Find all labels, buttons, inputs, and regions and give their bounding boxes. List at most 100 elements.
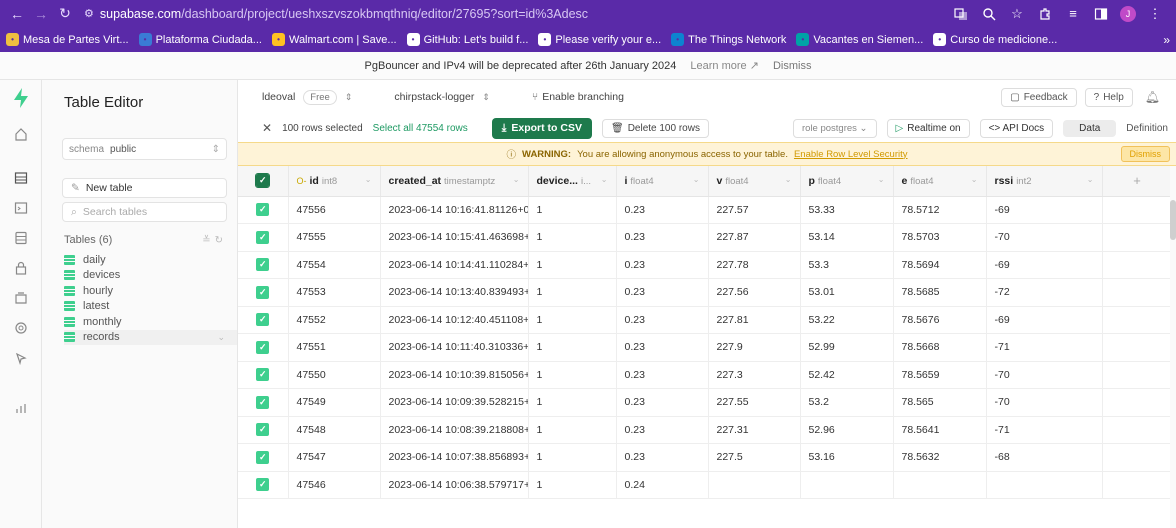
cell-e[interactable]: 78.5659 xyxy=(893,361,987,389)
cell-id[interactable]: 47553 xyxy=(288,278,381,307)
cell-p[interactable]: 53.16 xyxy=(800,443,894,472)
extensions-icon[interactable] xyxy=(1036,5,1054,23)
project-switch-icon[interactable]: ⇕ xyxy=(482,92,490,103)
cell-e[interactable]: 78.5641 xyxy=(893,416,987,444)
bookmark-item[interactable]: • Walmart.com | Save... xyxy=(271,33,397,46)
cell-created_at[interactable]: 2023-06-14 10:13:40.839493+0 xyxy=(380,278,529,307)
column-header-p[interactable]: p float4 ⌄ xyxy=(800,166,894,197)
learn-more-link[interactable]: Learn more ↗ xyxy=(690,59,759,72)
chevron-down-icon[interactable]: ⌄ xyxy=(878,175,885,184)
cell-id[interactable]: 47547 xyxy=(288,443,381,472)
forward-icon[interactable]: → xyxy=(30,3,52,25)
cell-rssi[interactable]: -68 xyxy=(986,443,1103,472)
cell-rssi[interactable]: -69 xyxy=(986,251,1103,279)
cell-rssi[interactable]: -72 xyxy=(986,278,1103,307)
cell-device[interactable]: 1 xyxy=(528,306,617,334)
edge-functions-icon[interactable] xyxy=(13,320,29,336)
bookmark-item[interactable]: • The Things Network xyxy=(671,33,786,46)
role-select[interactable]: role postgres ⌄ xyxy=(792,118,877,138)
cell-rssi[interactable]: -69 xyxy=(986,196,1103,224)
cell-created_at[interactable]: 2023-06-14 10:09:39.528215+0 xyxy=(380,388,529,417)
cell-p[interactable]: 53.33 xyxy=(800,196,894,224)
cell-i[interactable]: 0.23 xyxy=(616,251,709,279)
translate-icon[interactable] xyxy=(952,5,970,23)
table-row[interactable]: ✓ 47548 2023-06-14 10:08:39.218808+0 1 0.23 2… xyxy=(238,416,1173,444)
cell-device[interactable]: 1 xyxy=(528,388,617,417)
cell-e[interactable]: 78.5694 xyxy=(893,251,987,279)
column-header-id[interactable]: O‑ id int8 ⌄ xyxy=(288,166,381,197)
storage-icon[interactable] xyxy=(13,290,29,306)
chevron-down-icon[interactable]: ⌄ xyxy=(785,175,792,184)
table-row[interactable]: ✓475462023-06-14 10:06:38.579717+0C10.24 xyxy=(238,471,1173,499)
row-checkbox[interactable]: ✓ xyxy=(238,223,289,252)
cell-e[interactable]: 78.5712 xyxy=(893,196,987,224)
cell-p[interactable]: 52.99 xyxy=(800,333,894,362)
cell-e[interactable]: 78.5703 xyxy=(893,223,987,252)
cell-id[interactable]: 47555 xyxy=(288,223,381,252)
column-header-e[interactable]: e float4 ⌄ xyxy=(893,166,987,197)
auth-lock-icon[interactable] xyxy=(13,260,29,276)
table-row[interactable]: ✓ 47549 2023-06-14 10:09:39.528215+0 1 0.23 2… xyxy=(238,388,1173,417)
cell-created_at[interactable]: 2023-06-14 10:11:40.310336+00 xyxy=(380,333,529,362)
cell-v[interactable]: 227.56 xyxy=(708,278,801,307)
table-row[interactable]: ✓ 47553 2023-06-14 10:13:40.839493+0 1 0.23 2… xyxy=(238,278,1173,307)
supabase-logo-icon[interactable] xyxy=(13,88,29,112)
sort-refresh-icons[interactable]: ≚↻ xyxy=(202,235,227,246)
zoom-icon[interactable] xyxy=(980,5,998,23)
sql-editor-icon[interactable] xyxy=(13,200,29,216)
cell-e[interactable] xyxy=(893,471,987,499)
cell-rssi[interactable]: -70 xyxy=(986,388,1103,417)
cell-device[interactable]: 1 xyxy=(528,278,617,307)
cell-device[interactable]: 1 xyxy=(528,333,617,362)
help-button[interactable]: ? Help xyxy=(1084,87,1133,107)
cell-e[interactable]: 78.5668 xyxy=(893,333,987,362)
enable-rls-link[interactable]: Enable Row Level Security xyxy=(794,149,908,160)
cell-p[interactable]: 52.42 xyxy=(800,361,894,389)
cell-i[interactable]: 0.23 xyxy=(616,278,709,307)
banner-dismiss-button[interactable]: Dismiss xyxy=(773,60,812,72)
row-checkbox[interactable]: ✓ xyxy=(238,388,289,417)
cell-device[interactable]: 1 xyxy=(528,471,617,499)
row-checkbox[interactable]: ✓ xyxy=(238,361,289,389)
new-table-button[interactable]: ✎ New table xyxy=(62,178,227,198)
chevron-down-icon[interactable]: ⌄ xyxy=(601,175,608,184)
cell-created_at[interactable]: 2023-06-14 10:15:41.463698+0C xyxy=(380,223,529,252)
cell-rssi[interactable]: -71 xyxy=(986,416,1103,444)
delete-rows-button[interactable]: 🗑︎ Delete 100 rows xyxy=(601,118,709,138)
table-row[interactable]: ✓475552023-06-14 10:15:41.463698+0C10.23… xyxy=(238,223,1173,252)
cell-created_at[interactable]: 2023-06-14 10:06:38.579717+0C xyxy=(380,471,529,499)
cell-created_at[interactable]: 2023-06-14 10:08:39.218808+0 xyxy=(380,416,529,444)
cell-i[interactable]: 0.23 xyxy=(616,196,709,224)
cell-id[interactable]: 47554 xyxy=(288,251,381,279)
cell-e[interactable]: 78.565 xyxy=(893,388,987,417)
row-checkbox[interactable]: ✓ xyxy=(238,196,289,224)
cell-device[interactable]: 1 xyxy=(528,196,617,224)
cell-device[interactable]: 1 xyxy=(528,223,617,252)
vertical-scrollbar[interactable] xyxy=(1170,166,1176,528)
sidebar-item-daily[interactable]: daily xyxy=(64,252,237,268)
tab-data[interactable]: Data xyxy=(1063,119,1117,137)
cell-i[interactable]: 0.23 xyxy=(616,306,709,334)
cell-v[interactable]: 227.31 xyxy=(708,416,801,444)
cell-device[interactable]: 1 xyxy=(528,416,617,444)
cell-v[interactable] xyxy=(708,471,801,499)
cell-id[interactable]: 47551 xyxy=(288,333,381,362)
row-checkbox[interactable]: ✓ xyxy=(238,416,289,444)
export-csv-button[interactable]: ⤓ Export to CSV xyxy=(491,117,592,139)
cell-p[interactable]: 53.3 xyxy=(800,251,894,279)
cell-v[interactable]: 227.78 xyxy=(708,251,801,279)
cell-e[interactable]: 78.5632 xyxy=(893,443,987,472)
cell-created_at[interactable]: 2023-06-14 10:16:41.81126+00 xyxy=(380,196,529,224)
cell-e[interactable]: 78.5676 xyxy=(893,306,987,334)
chevron-down-icon[interactable]: ⌄ xyxy=(513,175,520,184)
cell-v[interactable]: 227.55 xyxy=(708,388,801,417)
cell-v[interactable]: 227.9 xyxy=(708,333,801,362)
site-settings-icon[interactable]: ⚙ xyxy=(84,7,94,20)
cell-i[interactable]: 0.23 xyxy=(616,361,709,389)
add-column-button[interactable]: + xyxy=(1102,166,1173,197)
cell-v[interactable]: 227.5 xyxy=(708,443,801,472)
row-checkbox[interactable]: ✓ xyxy=(238,278,289,307)
cell-id[interactable]: 47548 xyxy=(288,416,381,444)
cell-p[interactable]: 53.01 xyxy=(800,278,894,307)
chevron-down-icon[interactable]: ⌄ xyxy=(971,175,978,184)
